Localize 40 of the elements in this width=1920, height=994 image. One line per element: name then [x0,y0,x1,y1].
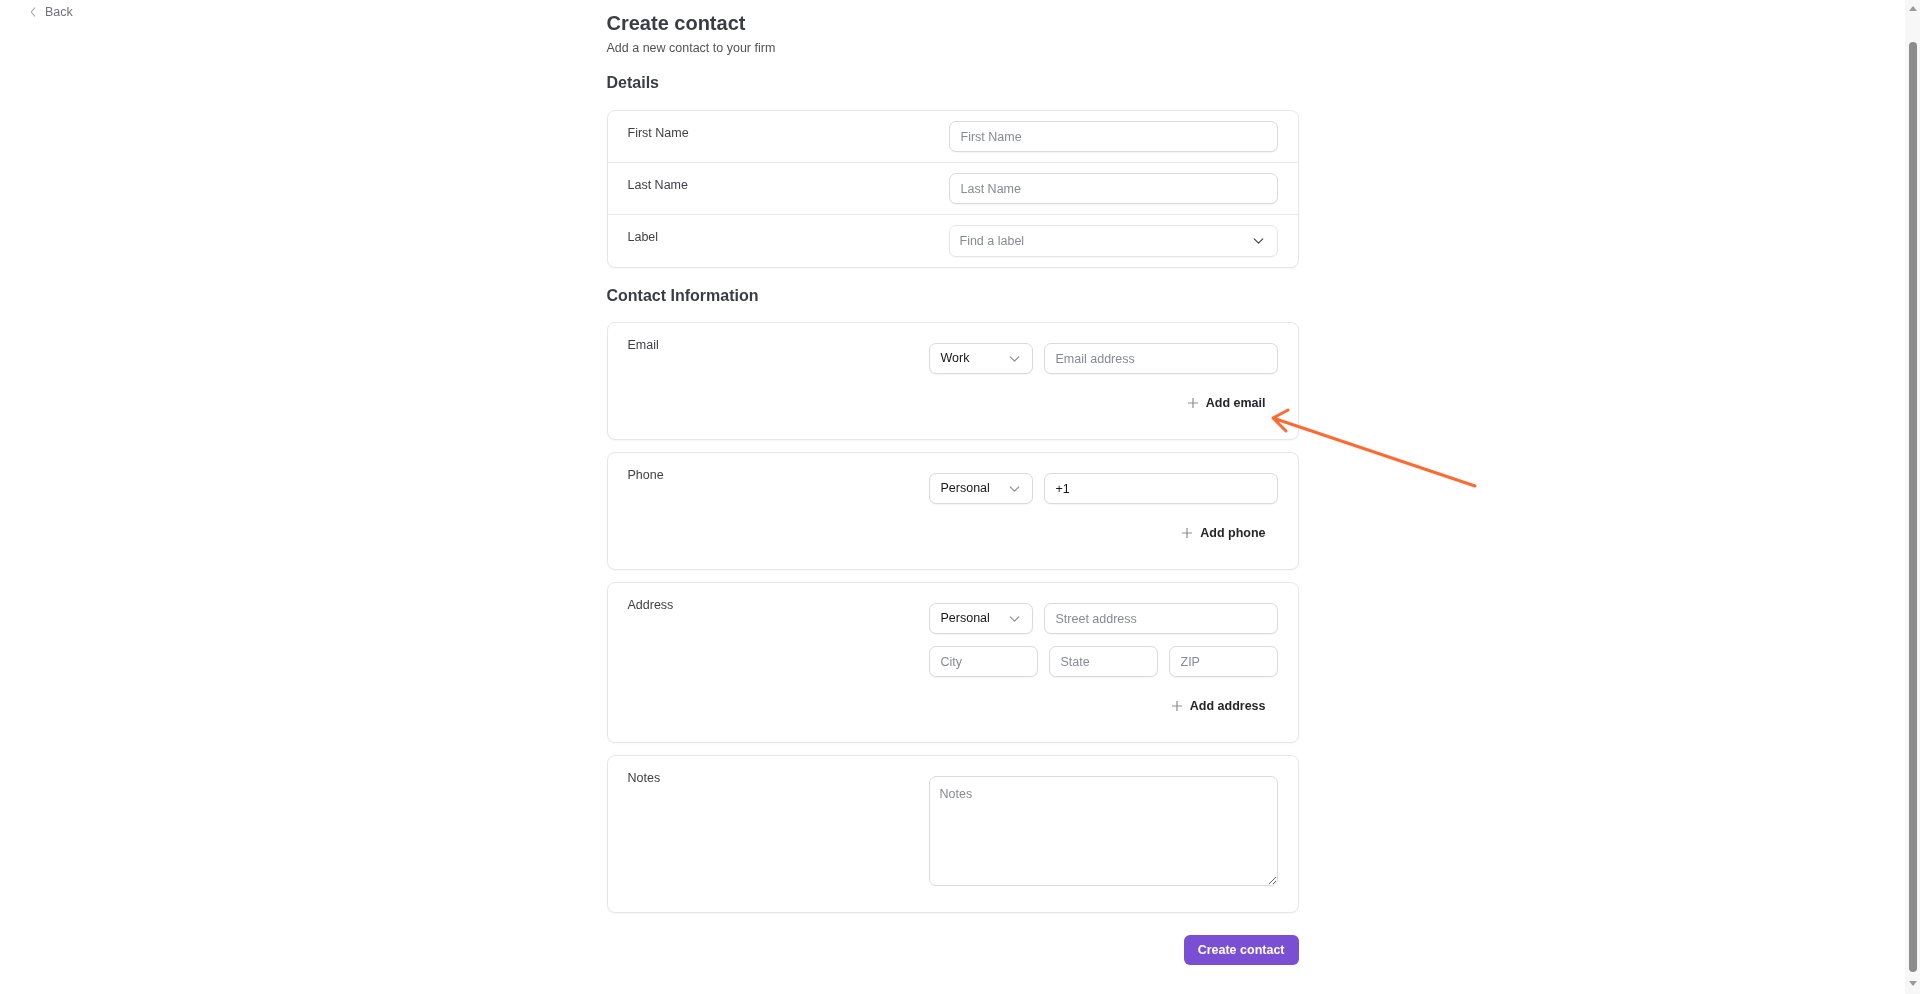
chevron-down-icon [1008,485,1020,492]
chevron-down-icon [1008,615,1020,622]
input-field[interactable]: +1 [1043,473,1278,504]
select-dropdown[interactable]: Work [928,343,1033,374]
plus-icon [1182,528,1193,538]
field-label: Email [627,338,659,352]
input-field[interactable]: First Name [948,121,1278,152]
page-subtitle: Add a new contact to your firm [606,40,776,57]
input-field[interactable]: Last Name [948,173,1278,204]
add-button[interactable]: Add phone [1170,520,1278,546]
field-label: Notes [627,771,661,785]
section-heading: Contact Information [606,286,759,306]
create-contact-button[interactable]: Create contact [1183,935,1299,965]
input-field[interactable]: City [928,646,1038,677]
notes-field[interactable]: Notes [928,776,1278,886]
select-dropdown[interactable]: Personal [928,473,1033,504]
scrollbar-thumb[interactable] [1908,42,1917,972]
chevron-down-icon [1252,238,1264,244]
input-field[interactable]: ZIP [1168,646,1278,677]
field-label: Address [627,598,674,612]
field-label: First Name [627,126,689,140]
scroll-down-icon[interactable] [1908,981,1917,986]
field-label: Last Name [627,178,688,192]
scroll-up-icon[interactable] [1908,6,1917,11]
chevron-down-icon [1008,355,1020,362]
input-field[interactable]: Street address [1043,603,1278,634]
label-combobox[interactable]: Find a label [948,225,1278,257]
plus-icon [1187,398,1198,408]
back-link[interactable]: Back [30,5,73,19]
field-label: Label [627,230,659,244]
field-label: Phone [627,468,664,482]
select-dropdown[interactable]: Personal [928,603,1033,634]
add-button[interactable]: Add email [1175,390,1278,416]
section-heading: Details [606,73,659,93]
plus-icon [1171,701,1182,711]
chevron-left-icon [30,7,36,17]
input-field[interactable]: State [1048,646,1158,677]
input-field[interactable]: Email address [1043,343,1278,374]
add-button[interactable]: Add address [1159,693,1278,719]
page-title: Create contact [606,11,746,36]
